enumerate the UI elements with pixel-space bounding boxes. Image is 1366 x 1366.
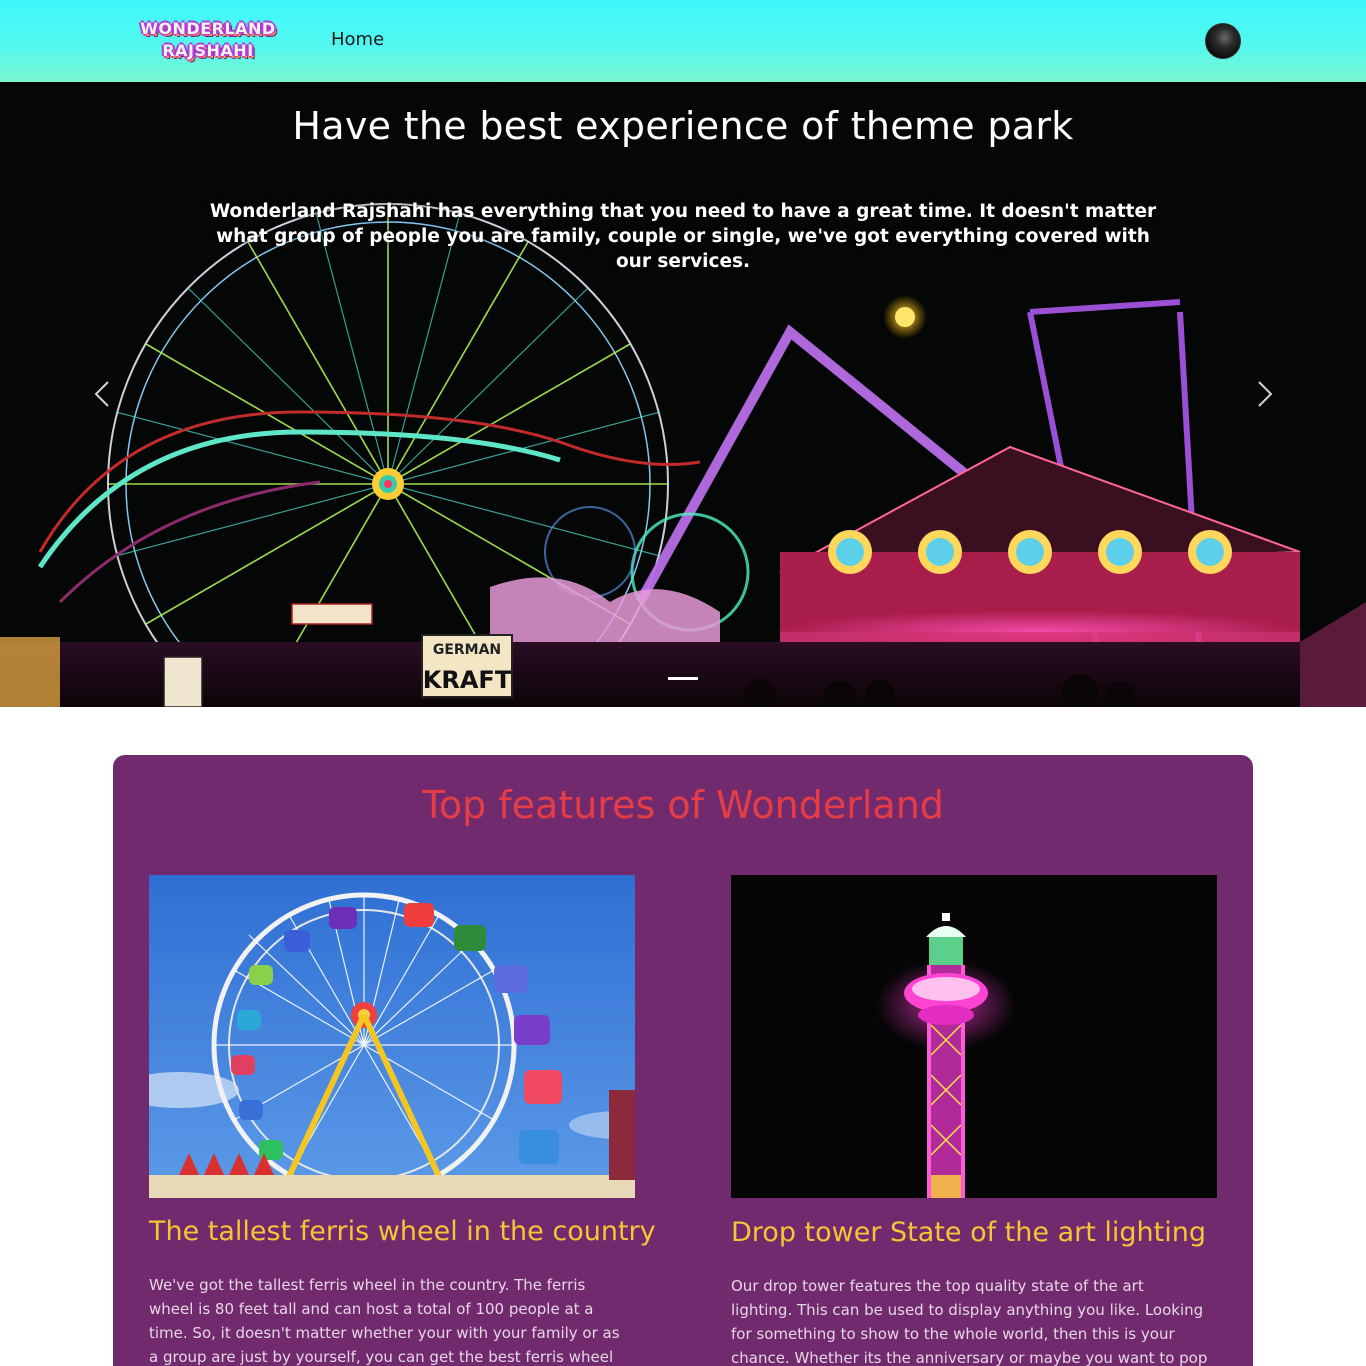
- features-section: Top features of Wonderland The tallest f…: [113, 755, 1253, 1366]
- user-avatar[interactable]: [1205, 23, 1241, 59]
- feature-card-title: The tallest ferris wheel in the country: [149, 1216, 656, 1247]
- sign-german-text: GERMAN: [433, 642, 501, 658]
- nav-home-link[interactable]: Home: [331, 29, 384, 50]
- drop-tower-image: [731, 875, 1217, 1198]
- site-logo[interactable]: WONDERLAND RAJSHAHI: [128, 15, 288, 65]
- hero-title: Have the best experience of theme park: [292, 104, 1074, 148]
- hero-description: Wonderland Rajshahi has everything that …: [209, 201, 1157, 272]
- feature-card-text: We've got the tallest ferris wheel in th…: [149, 1276, 620, 1366]
- logo-line-1: WONDERLAND: [140, 19, 276, 38]
- carousel-next-button[interactable]: [1249, 374, 1279, 414]
- feature-card-ferris-wheel: The tallest ferris wheel in the country …: [149, 875, 656, 1366]
- hero-slide-image: GERMAN KRAFT: [0, 82, 1366, 707]
- feature-card-drop-tower: Drop tower State of the art lighting Our…: [731, 875, 1217, 1366]
- feature-card-title: Drop tower State of the art lighting: [731, 1217, 1206, 1248]
- chevron-left-icon: [94, 381, 109, 407]
- logo-line-2: RAJSHAHI: [162, 41, 254, 60]
- features-title: Top features of Wonderland: [422, 783, 944, 827]
- feature-card-text: Our drop tower features the top quality …: [731, 1277, 1208, 1366]
- carousel-indicator-active[interactable]: [668, 677, 698, 680]
- chevron-right-icon: [1258, 381, 1273, 407]
- sign-kraft-text: KRAFT: [423, 666, 512, 694]
- ferris-wheel-image: [149, 875, 635, 1198]
- hero-carousel: GERMAN KRAFT Have the best experience of…: [0, 82, 1366, 707]
- carousel-prev-button[interactable]: [88, 374, 118, 414]
- navbar: WONDERLAND RAJSHAHI Home: [0, 0, 1366, 82]
